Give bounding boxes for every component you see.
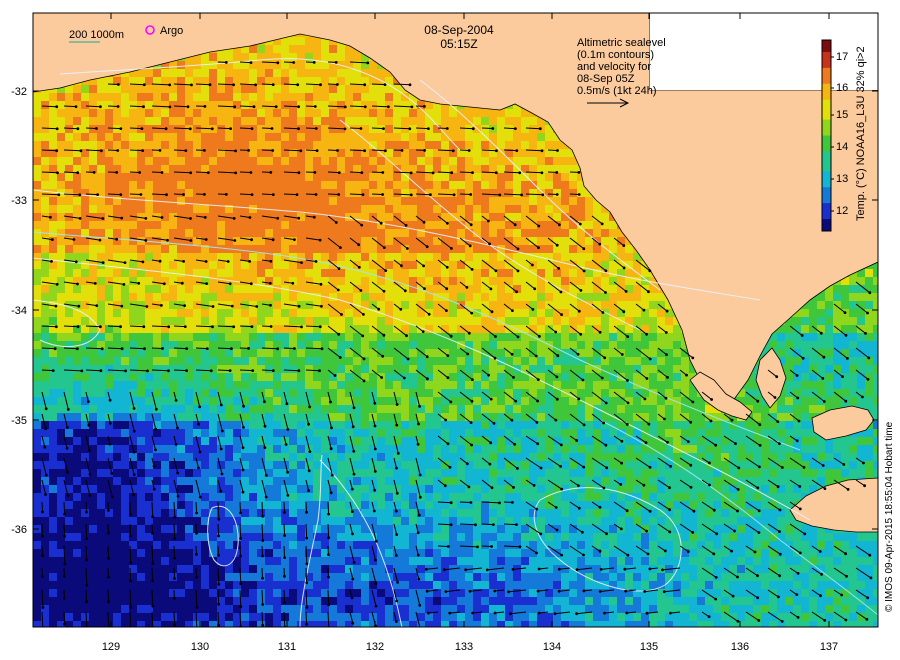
colorbar-title: Temp. (°C) NOAA16_L3U 32% qi>2 (855, 46, 867, 221)
map-canvas: 129 130 131 132 133 134 135 136 137 -32 … (11, 12, 895, 653)
legend-line: 0.5m/s (1kt 24h) (577, 85, 656, 97)
y-tick-label: -34 (11, 305, 27, 317)
y-tick-label: -33 (11, 195, 27, 207)
x-tick-label: 132 (366, 641, 384, 653)
x-tick-label: 137 (820, 641, 838, 653)
colorbar-gradient (822, 40, 831, 232)
x-tick-label: 134 (543, 641, 561, 653)
legend-line: (0.1m contours) (577, 49, 654, 61)
legend-line: and velocity for (577, 61, 651, 73)
colorbar-tick-label: 13 (836, 173, 848, 185)
x-tick-label: 135 (640, 641, 658, 653)
colorbar-tick-label: 15 (836, 109, 848, 121)
legend-line: 08-Sep 05Z (577, 73, 635, 85)
y-tick-label: -36 (11, 524, 27, 536)
x-tick-label: 133 (455, 641, 473, 653)
date-label: 08-Sep-2004 (424, 23, 494, 37)
colorbar-tick-label: 17 (836, 51, 848, 63)
x-tick-label: 131 (278, 641, 296, 653)
y-tick-label: -32 (11, 86, 27, 98)
scale-label: 200 1000m (69, 29, 124, 41)
x-tick-label: 129 (102, 641, 120, 653)
colorbar-tick-label: 12 (836, 205, 848, 217)
x-tick-label: 130 (191, 641, 209, 653)
colorbar-tick-label: 16 (836, 82, 848, 94)
colorbar-tick-label: 14 (836, 141, 848, 153)
y-axis-labels: -32 -33 -34 -35 -36 (11, 86, 27, 536)
credit-text: © IMOS 09-Apr-2015 18:55:04 Hobart time (884, 421, 895, 612)
argo-label: Argo (160, 25, 183, 37)
legend-line: Altimetric sealevel (577, 37, 666, 49)
sst-map-figure: 129 130 131 132 133 134 135 136 137 -32 … (0, 0, 900, 660)
x-axis-labels: 129 130 131 132 133 134 135 136 137 (102, 641, 838, 653)
x-tick-label: 136 (731, 641, 749, 653)
time-label: 05:15Z (440, 37, 477, 51)
y-tick-label: -35 (11, 415, 27, 427)
